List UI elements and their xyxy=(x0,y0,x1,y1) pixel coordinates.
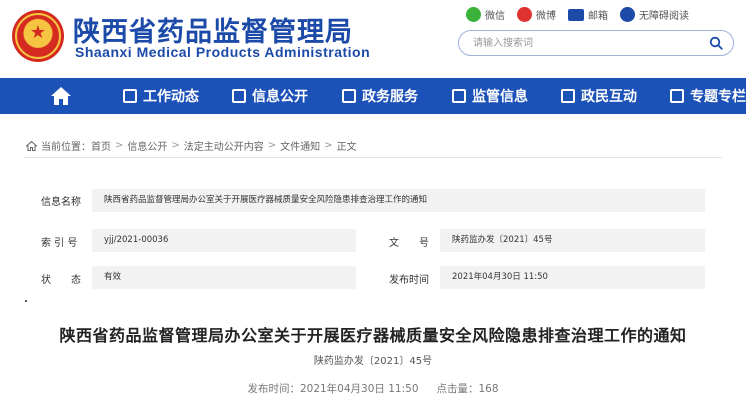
nav-item-label: 专题专栏 xyxy=(690,89,746,105)
accessibility-icon xyxy=(620,7,635,22)
wechat-link[interactable]: 微信 xyxy=(466,7,505,22)
publish-time: 发布时间：2021年04月30日 11:50 xyxy=(247,383,419,395)
article-title: 陕西省药品监督管理局办公室关于开展医疗器械质量安全风险隐患排查治理工作的通知 xyxy=(59,326,687,345)
breadcrumb-item[interactable]: 文件通知 xyxy=(280,138,320,153)
mail-label: 邮箱 xyxy=(588,11,608,22)
flag-icon xyxy=(670,89,684,103)
nav-item-info-disclosure[interactable]: 信息公开 xyxy=(232,78,308,114)
info-docno-value: 陕药监办发〔2021〕45号 xyxy=(440,229,705,252)
folder-icon xyxy=(232,89,246,103)
nav-item-special-topics[interactable]: 专题专栏 xyxy=(670,78,746,114)
breadcrumb-separator: > xyxy=(171,140,180,151)
home-icon xyxy=(50,87,71,105)
breadcrumb: 当前位置： 首页 > 信息公开 > 法定主动公开内容 > 文件通知 > 正文 xyxy=(26,138,357,153)
nav-item-label: 政务服务 xyxy=(362,89,418,105)
view-count: 点击量：168 xyxy=(436,383,499,395)
service-icon xyxy=(342,89,356,103)
document-list-icon xyxy=(123,89,137,103)
search-icon[interactable] xyxy=(709,36,723,50)
info-date-label: 发布时间 xyxy=(389,275,429,286)
national-emblem-logo[interactable]: ★ xyxy=(12,10,64,62)
info-status-label: 状 态 xyxy=(41,275,81,286)
nav-home[interactable] xyxy=(44,78,77,114)
clipboard-icon xyxy=(452,89,466,103)
breadcrumb-item[interactable]: 法定主动公开内容 xyxy=(184,138,264,153)
divider-dot xyxy=(25,300,27,302)
article-doc-number: 陕药监办发〔2021〕45号 xyxy=(313,356,433,367)
info-docno-label: 文 号 xyxy=(389,238,429,249)
breadcrumb-separator: > xyxy=(115,140,124,151)
search-box xyxy=(458,30,734,56)
mail-link[interactable]: 邮箱 xyxy=(568,7,608,22)
info-index-value: yjj/2021-00036 xyxy=(92,229,356,252)
site-header: ★ 陕西省药品监督管理局 Shaanxi Medical Products Ad… xyxy=(0,0,746,78)
breadcrumb-separator: > xyxy=(324,140,333,151)
breadcrumb-item[interactable]: 信息公开 xyxy=(127,138,167,153)
weibo-icon xyxy=(517,7,532,22)
home-icon xyxy=(26,140,37,151)
breadcrumb-divider xyxy=(24,157,722,158)
info-name-label: 信息名称 xyxy=(41,197,81,208)
article-meta: 发布时间：2021年04月30日 11:50 点击量：168 xyxy=(0,381,746,396)
wechat-icon xyxy=(466,7,481,22)
breadcrumb-item: 正文 xyxy=(336,142,357,153)
site-title-en: Shaanxi Medical Products Administration xyxy=(75,44,371,60)
weibo-label: 微博 xyxy=(536,11,556,22)
nav-item-label: 监管信息 xyxy=(472,89,528,105)
top-links: 微信 微博 邮箱 无障碍阅读 xyxy=(466,7,701,22)
nav-item-label: 工作动态 xyxy=(143,89,199,105)
search-input[interactable] xyxy=(473,35,693,51)
nav-item-supervision-info[interactable]: 监管信息 xyxy=(452,78,528,114)
info-index-label: 索 引 号 xyxy=(41,238,78,249)
main-nav: 工作动态 信息公开 政务服务 监管信息 政民互动 专题专栏 xyxy=(0,78,746,114)
nav-item-interaction[interactable]: 政民互动 xyxy=(561,78,637,114)
nav-item-work-news[interactable]: 工作动态 xyxy=(123,78,199,114)
info-name-value: 陕西省药品监督管理局办公室关于开展医疗器械质量安全风险隐患排查治理工作的通知 xyxy=(92,189,705,212)
accessibility-link[interactable]: 无障碍阅读 xyxy=(620,7,689,22)
weibo-link[interactable]: 微博 xyxy=(517,7,556,22)
info-status-value: 有效 xyxy=(92,266,356,289)
mail-icon xyxy=(568,8,584,21)
breadcrumb-item[interactable]: 首页 xyxy=(91,138,111,153)
nav-item-label: 信息公开 xyxy=(252,89,308,105)
info-date-value: 2021年04月30日 11:50 xyxy=(440,266,705,289)
wechat-label: 微信 xyxy=(485,11,505,22)
nav-item-label: 政民互动 xyxy=(581,89,637,105)
breadcrumb-prefix: 当前位置： xyxy=(41,142,91,153)
nav-item-gov-service[interactable]: 政务服务 xyxy=(342,78,418,114)
interaction-icon xyxy=(561,89,575,103)
breadcrumb-separator: > xyxy=(267,140,277,151)
accessibility-label: 无障碍阅读 xyxy=(639,11,689,22)
